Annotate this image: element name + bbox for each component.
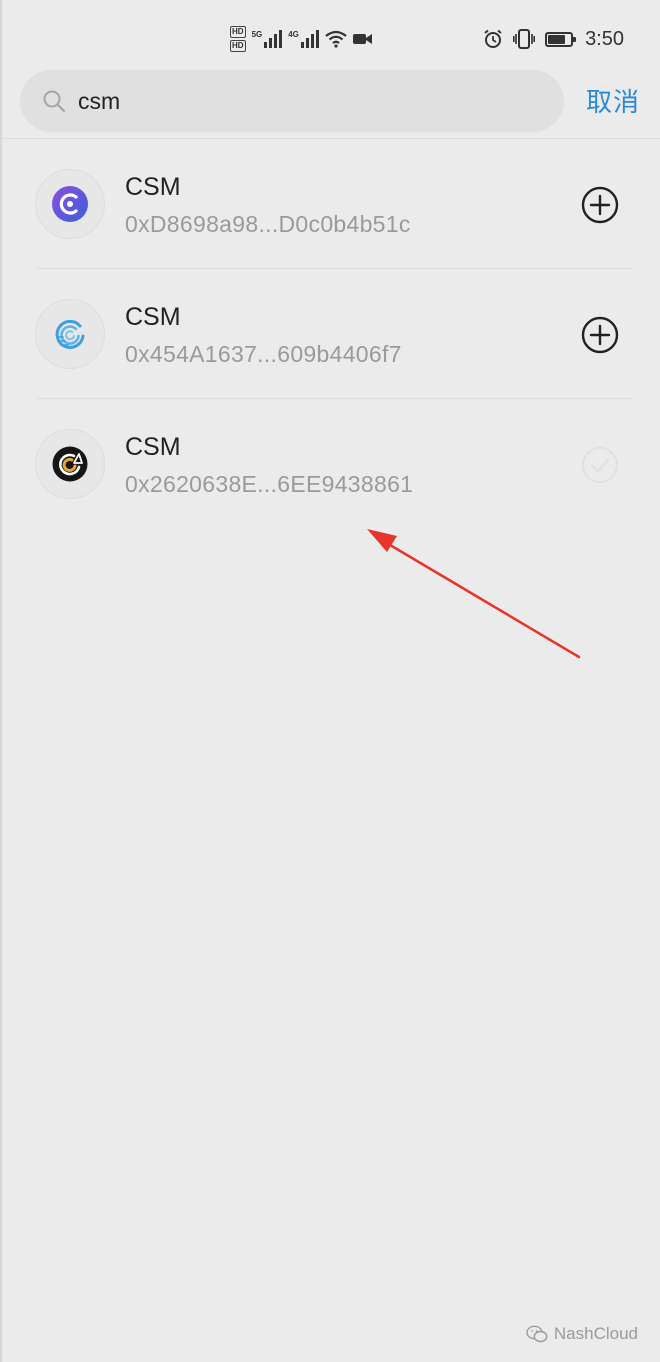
hd-badges: HD HD [230,26,246,52]
token-address: 0x454A1637...609b4406f7 [125,341,402,367]
status-bar-left: HD HD 5G 4G [230,22,373,56]
token-name: CSM [125,173,181,201]
alarm-icon [484,29,502,48]
hd-badge: HD [230,40,246,52]
added-check-icon[interactable] [580,445,620,485]
battery-level [548,34,566,44]
add-icon[interactable] [580,185,620,225]
search-input[interactable] [76,70,538,132]
signal-5g: 5G [252,30,283,48]
watermark: NashCloud [526,1324,638,1344]
search-row: 取消 [2,68,660,138]
signal-bars-icon [300,30,319,48]
wifi-icon [325,30,347,48]
signal-label: 5G [251,30,263,39]
search-box[interactable] [20,70,564,132]
token-list: CSM 0xD8698a98...D0c0b4b51c CSM 0x454A16… [2,139,660,529]
token-name: CSM [125,433,181,461]
red-arrow [367,529,581,659]
token-row[interactable]: CSM 0x2620638E...6EE9438861 [2,399,660,529]
blue-swirl-logo [35,299,105,369]
app-screen: HD HD 5G 4G 3:50 csm 取消 CSM 0xD8698a98..… [0,0,660,1362]
watermark-text: NashCloud [553,1324,638,1343]
black-gold-logo [35,429,105,499]
search-icon [43,90,66,113]
status-bar-right: 3:50 [483,24,624,54]
vibrate-icon [513,29,536,49]
token-row[interactable]: CSM 0x454A1637...609b4406f7 [2,269,660,399]
token-name: CSM [125,303,181,331]
add-icon[interactable] [580,315,620,355]
hd-badge: HD [230,26,246,38]
battery-icon [545,31,577,47]
status-time: 3:50 [585,27,624,50]
signal-4g: 4G [288,30,319,48]
signal-bars-icon [264,30,283,48]
status-bar: HD HD 5G 4G 3:50 [2,0,660,72]
token-row[interactable]: CSM 0xD8698a98...D0c0b4b51c [2,139,660,269]
wechat-icon [526,1325,548,1343]
cancel-button[interactable]: 取消 [586,82,640,119]
token-address: 0x2620638E...6EE9438861 [125,471,414,497]
signal-label: 4G [288,30,299,39]
token-address: 0xD8698a98...D0c0b4b51c [125,211,411,237]
purple-c-logo [35,169,105,239]
video-icon [352,34,372,44]
